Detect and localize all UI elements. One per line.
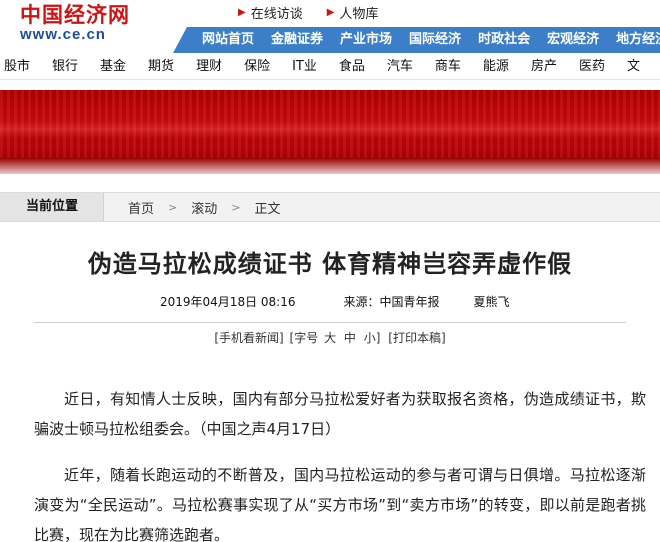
font-medium-button[interactable]: 中 (342, 331, 358, 345)
toplink-interview[interactable]: ▶ 在线访谈 (238, 3, 303, 22)
category-banks[interactable]: 银行 (52, 54, 78, 80)
category-auto[interactable]: 汽车 (387, 54, 413, 80)
category-it[interactable]: IT业 (292, 54, 317, 80)
paragraph: 近年，随着长跑运动的不断普及，国内马拉松运动的参与者可谓与日俱增。马拉松逐渐演变… (34, 466, 646, 542)
channel-nav: 网站首页 金融证券 产业市场 国际经济 时政社会 宏观经济 地方经济 (202, 27, 660, 53)
category-commercial-vehicles[interactable]: 商车 (435, 54, 461, 80)
breadcrumb: 当前位置 首页 > 滚动 > 正文 (0, 192, 660, 222)
font-size-label: [字号 (289, 331, 319, 345)
category-funds[interactable]: 基金 (100, 54, 126, 80)
category-futures[interactable]: 期货 (148, 54, 174, 80)
font-large-button[interactable]: 大 (322, 331, 338, 345)
channel-politics[interactable]: 时政社会 (478, 27, 530, 53)
channel-industry[interactable]: 产业市场 (340, 27, 392, 53)
category-real-estate[interactable]: 房产 (531, 54, 557, 80)
category-medicine[interactable]: 医药 (579, 54, 605, 80)
breadcrumb-home[interactable]: 首页 (128, 198, 154, 217)
breadcrumb-head: 当前位置 (0, 193, 104, 221)
font-small-button[interactable]: 小] (362, 331, 383, 345)
channel-local[interactable]: 地方经济 (616, 27, 660, 53)
divider (34, 322, 626, 323)
triangle-right-icon: ▶ (238, 6, 246, 18)
toplink-label: 在线访谈 (250, 6, 303, 22)
breadcrumb-scroll[interactable]: 滚动 (191, 198, 217, 217)
logo-text: 中国经济网 (20, 2, 130, 27)
article-tools: [手机看新闻] [字号 大 中 小] [打印本稿] (0, 330, 660, 346)
category-food[interactable]: 食品 (339, 54, 365, 80)
article-date: 2019年04月18日 08:16 (160, 294, 296, 309)
print-link[interactable]: [打印本稿] (386, 331, 447, 345)
category-nav: 股市 银行 基金 期货 理财 保险 IT业 食品 汽车 商车 能源 房产 医药 … (0, 54, 660, 80)
breadcrumb-trail: 首页 > 滚动 > 正文 (128, 193, 280, 221)
article-title: 伪造马拉松成绩证书 体育精神岂容弄虚作假 (87, 249, 573, 278)
article-meta: 2019年04月18日 08:16 来源： 中国青年报 夏熊飞 (160, 292, 510, 310)
mobile-news-link[interactable]: [手机看新闻] (212, 331, 285, 345)
category-insurance[interactable]: 保险 (244, 54, 270, 80)
category-energy[interactable]: 能源 (483, 54, 509, 80)
channel-bar-wedge (173, 27, 187, 53)
banner-highlight (0, 120, 660, 138)
breadcrumb-separator: > (168, 200, 178, 214)
breadcrumb-current: 正文 (254, 201, 281, 217)
category-list: 股市 银行 基金 期货 理财 保险 IT业 食品 汽车 商车 能源 房产 医药 … (4, 54, 660, 80)
paragraph: 近日，有知情人士反映，国内有部分马拉松爱好者为获取报名资格，伪造成绩证书，欺骗波… (34, 390, 646, 438)
category-culture[interactable]: 文 (627, 54, 640, 80)
channel-international[interactable]: 国际经济 (409, 27, 461, 53)
toplink-label: 人物库 (339, 6, 379, 22)
channel-finance[interactable]: 金融证券 (271, 27, 323, 53)
banner-fade (0, 158, 660, 174)
category-stocks[interactable]: 股市 (4, 54, 30, 80)
source-label: 来源： (343, 294, 380, 309)
article-source: 中国青年报 (379, 294, 440, 309)
article-body: 近日，有知情人士反映，国内有部分马拉松爱好者为获取报名资格，伪造成绩证书，欺骗波… (34, 384, 646, 542)
channel-macro[interactable]: 宏观经济 (547, 27, 599, 53)
top-links: ▶ 在线访谈 ▶ 人物库 (238, 3, 402, 22)
breadcrumb-head-label: 当前位置 (26, 199, 79, 214)
category-wealth[interactable]: 理财 (196, 54, 222, 80)
article-author: 夏熊飞 (473, 294, 510, 309)
breadcrumb-separator: > (231, 200, 241, 214)
toplink-people[interactable]: ▶ 人物库 (327, 3, 379, 22)
channel-home[interactable]: 网站首页 (202, 27, 254, 53)
site-logo[interactable]: 中国经济网 www.ce.cn (8, 2, 148, 50)
triangle-right-icon: ▶ (326, 6, 335, 18)
logo-url: www.ce.cn (20, 26, 106, 43)
